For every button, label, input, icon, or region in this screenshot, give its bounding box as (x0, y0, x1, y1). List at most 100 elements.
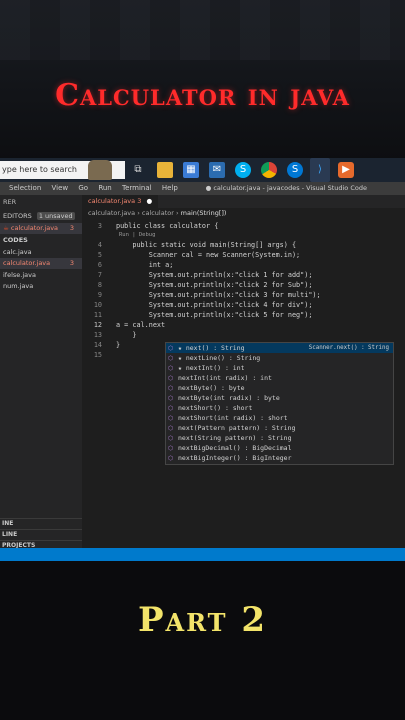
mail-icon[interactable]: ✉ (209, 162, 225, 178)
suggestion-item[interactable]: ⬡ nextByte(int radix) : byte (166, 393, 393, 403)
file-label: num.java (3, 282, 34, 290)
menu-terminal[interactable]: Terminal (122, 184, 152, 192)
line-number: 8 (97, 281, 102, 289)
suggestion-label: nextByte() : byte (178, 384, 245, 392)
skype-app-icon[interactable]: S (287, 162, 303, 178)
code-line[interactable]: 6 int a; (82, 260, 405, 270)
suggestion-item[interactable]: ⬡ nextByte() : byte (166, 383, 393, 393)
menu-run[interactable]: Run (98, 184, 111, 192)
file-label: calculator.java (3, 259, 51, 267)
line-code: public static void main(String[] args) { (116, 241, 297, 249)
outline-section[interactable]: INE (0, 518, 82, 528)
line-number: 11 (93, 311, 102, 319)
file-item[interactable]: ifelse.java (0, 270, 82, 281)
line-number: 7 (97, 271, 102, 279)
code-line[interactable]: 8 System.out.println(x:"click 2 for Sub"… (82, 280, 405, 290)
status-bar (0, 548, 405, 561)
code-line[interactable]: 9 System.out.println(x:"click 3 for mult… (82, 290, 405, 300)
skype-icon[interactable]: S (235, 162, 251, 178)
code-line[interactable]: 5 Scanner cal = new Scanner(System.in); (82, 250, 405, 260)
tab-calculator-java[interactable]: calculator.java 3 ● (82, 195, 159, 208)
menu-go[interactable]: Go (78, 184, 88, 192)
code-line[interactable]: 7 System.out.println(x:"click 1 for add"… (82, 270, 405, 280)
open-editor-item[interactable]: ☕ calculator.java 3 (0, 223, 82, 234)
menu-help[interactable]: Help (162, 184, 178, 192)
code-line[interactable]: 13 } (82, 330, 405, 340)
file-item[interactable]: num.java (0, 281, 82, 292)
code-line[interactable]: Run | Debug (82, 230, 405, 240)
suggestion-item[interactable]: ⬡ next(Pattern pattern) : String (166, 423, 393, 433)
suggestion-item[interactable]: ⬡ ★ next() : String Scanner.next() : Strin… (166, 343, 393, 353)
store-icon[interactable]: ▦ (183, 162, 199, 178)
codelens-run-debug[interactable]: Run | Debug (119, 230, 155, 240)
open-editor-label: calculator.java (10, 224, 59, 232)
breadcrumb-class[interactable]: calculator (142, 209, 174, 217)
blurred-backdrop (0, 0, 405, 60)
window-title: ● calculator.java - javacodes - Visual S… (205, 184, 367, 192)
suggestion-item[interactable]: ⬡ nextInt(int radix) : int (166, 373, 393, 383)
chrome-icon[interactable] (261, 162, 277, 178)
part-label: Part 2 (137, 600, 268, 640)
code-line[interactable]: 10 System.out.println(x:"click 4 for div… (82, 300, 405, 310)
suggestion-item[interactable]: ⬡ ★ nextLine() : String (166, 353, 393, 363)
suggestion-widget[interactable]: ⬡ ★ next() : String Scanner.next() : Strin… (165, 342, 394, 465)
open-editors-section[interactable]: EDITORS 1 unsaved (0, 211, 82, 222)
line-code: System.out.println(x:"click 3 for multi"… (116, 291, 321, 299)
vscode-icon[interactable]: ⟩ (310, 158, 330, 182)
file-label: calc.java (3, 248, 32, 256)
explorer-sidebar: RER EDITORS 1 unsaved ☕ calculator.java … (0, 195, 82, 561)
line-code: System.out.println(x:"click 5 for neg"); (116, 311, 313, 319)
line-number: 13 (93, 331, 102, 339)
code-line[interactable]: 12 a = cal.next (82, 320, 405, 330)
task-view-icon[interactable]: ⧉ (130, 162, 146, 178)
suggestion-label: ★ nextInt() : int (178, 364, 245, 372)
suggestion-label: nextByte(int radix) : byte (178, 394, 280, 402)
app-orange-icon[interactable]: ▶ (338, 162, 354, 178)
breadcrumb-method[interactable]: main(String[]) (181, 209, 227, 217)
line-code: int a; (116, 261, 174, 269)
menu-selection[interactable]: Selection (9, 184, 41, 192)
explorer-header: RER (3, 198, 17, 206)
timeline-section[interactable]: LINE (0, 529, 82, 539)
file-explorer-icon[interactable] (157, 162, 173, 178)
line-number: 12 (93, 321, 102, 329)
tab-label: calculator.java (88, 197, 136, 205)
file-item-active[interactable]: calculator.java 3 (0, 258, 82, 269)
file-item[interactable]: calc.java (0, 247, 82, 258)
suggestion-item[interactable]: ⬡ nextBigInteger() : BigInteger (166, 453, 393, 463)
line-code: } (116, 341, 121, 349)
line-code: System.out.println(x:"click 1 for add"); (116, 271, 313, 279)
suggestion-item[interactable]: ⬡ ★ nextInt() : int (166, 363, 393, 373)
folder-header[interactable]: CODES (0, 235, 82, 246)
tab-count: 3 (137, 197, 142, 205)
editor-tabs: calculator.java 3 ● (82, 195, 405, 208)
line-code: a = cal.next (116, 321, 166, 329)
video-title: Calculator in java (55, 78, 350, 113)
unsaved-dot-icon[interactable]: ● (146, 197, 152, 205)
line-number: 10 (93, 301, 102, 309)
code-line[interactable]: 4 public static void main(String[] args)… (82, 240, 405, 250)
suggestion-item[interactable]: ⬡ nextBigDecimal() : BigDecimal (166, 443, 393, 453)
suggestion-label: ★ next() : String (178, 344, 245, 352)
line-code: System.out.println(x:"click 2 for Sub"); (116, 281, 313, 289)
suggestion-item[interactable]: ⬡ nextShort() : short (166, 403, 393, 413)
code-line[interactable]: 11 System.out.println(x:"click 5 for neg… (82, 310, 405, 320)
java-file-icon: ☕ (3, 224, 9, 232)
line-number: 5 (97, 251, 102, 259)
suggestion-item[interactable]: ⬡ nextShort(int radix) : short (166, 413, 393, 423)
suggestion-label: ★ nextLine() : String (178, 354, 261, 362)
suggestion-label: next(String pattern) : String (178, 434, 292, 442)
line-number: 15 (93, 351, 102, 359)
suggestion-label: next(Pattern pattern) : String (178, 424, 296, 432)
suggestion-detail: Scanner.next() : String (308, 345, 389, 351)
suggestion-label: nextBigInteger() : BigInteger (178, 454, 292, 462)
breadcrumb-file[interactable]: calculator.java (88, 209, 135, 217)
method-icon: ⬡ (168, 455, 174, 462)
line-number: 6 (97, 261, 102, 269)
suggestion-item[interactable]: ⬡ next(String pattern) : String (166, 433, 393, 443)
menu-bar: Selection View Go Run Terminal Help ● ca… (0, 182, 405, 195)
line-number: 9 (97, 291, 102, 299)
suggestion-label: nextInt(int radix) : int (178, 374, 272, 382)
menu-view[interactable]: View (52, 184, 69, 192)
windows-taskbar: ype here to search ⧉ ▦ ✉ S S ⟩ ▶ (0, 158, 405, 182)
